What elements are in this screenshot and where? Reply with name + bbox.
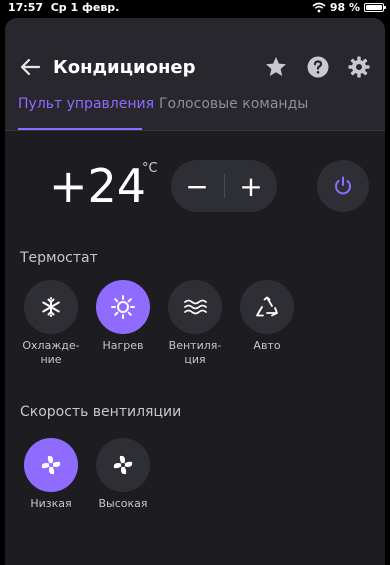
- mode-auto-circle: [240, 280, 294, 334]
- sun-icon: [111, 295, 135, 319]
- battery-icon: [364, 3, 386, 12]
- temperature-stepper: − +: [171, 160, 277, 212]
- temperature-value: +24: [49, 159, 147, 213]
- mode-auto[interactable]: Авто: [232, 280, 302, 353]
- fan-speed-low-label: Низкая: [30, 497, 72, 510]
- recycle-icon: [256, 296, 278, 317]
- screen: 17:57 Ср 1 февр. 98 % Кондиционер Пульт …: [0, 0, 390, 565]
- mode-heating-label: Нагрев: [102, 339, 144, 352]
- status-bar: 17:57 Ср 1 февр. 98 %: [0, 0, 390, 16]
- power-button[interactable]: [317, 160, 369, 212]
- power-icon: [335, 176, 351, 195]
- back-arrow-icon[interactable]: [17, 54, 43, 80]
- mode-cooling-label: Охлажде- ние: [22, 339, 80, 366]
- wave-icon: [184, 299, 207, 315]
- header: Кондиционер Пульт управления Голосовые к…: [5, 18, 385, 131]
- wifi-icon: [312, 2, 326, 13]
- mode-ventilation-label: Вентиля- ция: [168, 339, 222, 366]
- page-title: Кондиционер: [53, 57, 196, 78]
- increase-temperature-button[interactable]: +: [225, 160, 277, 212]
- fan-icon: [113, 455, 133, 475]
- fan-speed-low-circle: [24, 438, 78, 492]
- star-icon[interactable]: [264, 55, 288, 79]
- fan-speed-high-circle: [96, 438, 150, 492]
- tab-voice-commands[interactable]: Голосовые команды: [159, 96, 308, 112]
- temperature-unit: °C: [142, 161, 158, 176]
- fan-icon: [41, 455, 61, 475]
- status-date: Ср 1 февр.: [50, 1, 120, 14]
- mode-auto-label: Авто: [253, 339, 281, 352]
- mode-cooling-circle: [24, 280, 78, 334]
- tab-bar: Пульт управления Голосовые команды: [5, 94, 385, 131]
- mode-heating[interactable]: Нагрев: [88, 280, 158, 353]
- mode-cooling[interactable]: Охлажде- ние: [16, 280, 86, 367]
- status-time-date: 17:57 Ср 1 февр.: [8, 1, 119, 14]
- mode-ventilation[interactable]: Вентиля- ция: [160, 280, 230, 367]
- thermostat-heading: Термостат: [20, 250, 98, 266]
- fan-speed-high-label: Высокая: [98, 497, 148, 510]
- settings-gear-icon[interactable]: [347, 55, 371, 79]
- decrease-temperature-button[interactable]: −: [171, 160, 223, 212]
- mode-heating-circle: [96, 280, 150, 334]
- fan-speed-high[interactable]: Высокая: [88, 438, 158, 511]
- battery-percent: 98 %: [329, 1, 360, 14]
- header-divider: [5, 130, 385, 131]
- device-panel: Кондиционер Пульт управления Голосовые к…: [5, 18, 385, 565]
- fan-speed-low[interactable]: Низкая: [16, 438, 86, 511]
- status-right: 98 %: [312, 1, 386, 14]
- help-icon[interactable]: [306, 55, 330, 79]
- snowflake-icon: [42, 297, 60, 317]
- mode-ventilation-circle: [168, 280, 222, 334]
- fan-speed-heading: Скорость вентиляции: [20, 404, 182, 420]
- tab-remote-control[interactable]: Пульт управления: [18, 96, 154, 112]
- status-time: 17:57: [8, 1, 44, 14]
